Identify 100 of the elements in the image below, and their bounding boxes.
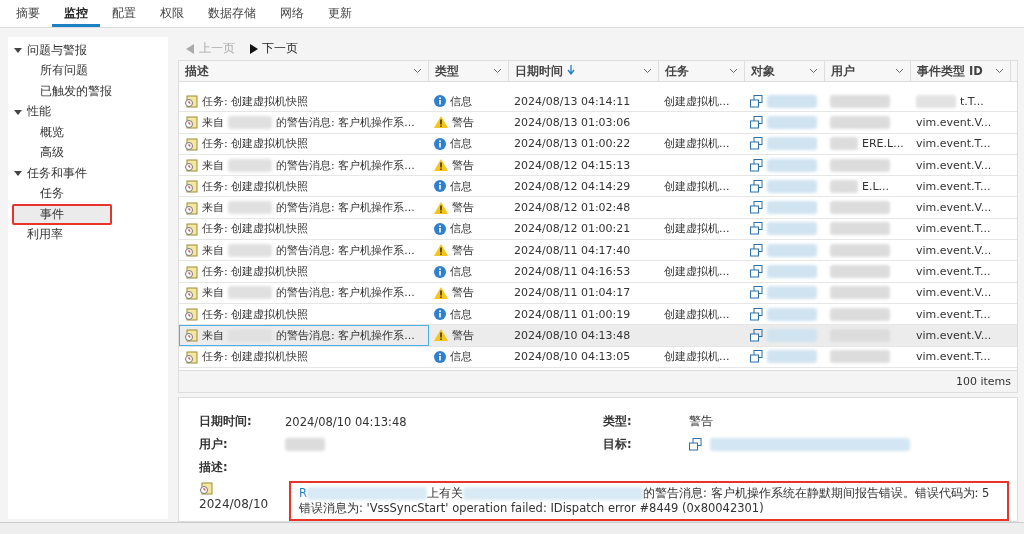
tree-item[interactable]: 已触发的警报 [8, 81, 168, 102]
blurred-area [830, 137, 858, 151]
tree-item[interactable]: 利用率 [8, 224, 168, 245]
event-message: R 上有关 的警告消息: 客户机操作系统在静默期间报告错误。错误代码为: 5 错误消息为: 'VssSyncStart' operation failed: IDispatch error #8449 (0x80042301) [289, 481, 1009, 521]
chevron-icon[interactable] [413, 68, 422, 74]
field-value: 2024/08/10 04:13:48 [285, 414, 407, 429]
column-label: 类型 [435, 63, 459, 79]
description-text: 来自 [202, 327, 224, 343]
tree-item[interactable]: 所有问题 [8, 60, 168, 81]
field-value: 警告 [689, 414, 713, 429]
blurred-area [830, 243, 890, 257]
column-header[interactable]: 事件类型 ID [911, 61, 1011, 81]
event-type-text: vim.event.T... [916, 137, 991, 151]
user-text: ERE.L... [862, 137, 904, 151]
caret-icon[interactable] [14, 107, 22, 116]
description-text: 的警告消息: 客户机操作系... [276, 285, 415, 301]
table-row[interactable]: 来自 的警告消息: 客户机操作系... 警告 2024/08/10 04:13:48 vim.event.V... [179, 325, 1017, 347]
event-type-text: vim.event.T... [916, 350, 991, 364]
blurred-area [767, 158, 817, 172]
blurred-area [830, 307, 890, 321]
description-text: 来自 [202, 242, 224, 258]
column-header[interactable]: 日期时间 [509, 61, 659, 81]
tab[interactable]: 监控 [52, 0, 100, 27]
blurred-area [767, 137, 817, 151]
datetime-text: 2024/08/11 04:17:40 [514, 243, 631, 257]
task-text: 创建虚拟机... [664, 349, 730, 365]
type-text: 信息 [450, 349, 472, 365]
datetime-text: 2024/08/13 01:03:06 [514, 115, 631, 129]
vm-icon [750, 115, 763, 129]
tree-item[interactable]: 概览 [8, 122, 168, 143]
chevron-icon[interactable] [895, 68, 904, 74]
info-icon [434, 265, 446, 278]
chevron-icon[interactable] [493, 68, 502, 74]
event-icon [184, 328, 198, 343]
description-text: 任务: 创建虚拟机快照 [202, 349, 309, 365]
vm-icon [750, 307, 763, 321]
tab[interactable]: 摘要 [4, 0, 52, 27]
tree-item[interactable]: 问题与警报 [8, 40, 168, 61]
event-type-text: vim.event.T... [916, 222, 991, 236]
item-count: 100 items [955, 375, 1011, 388]
blurred-area [228, 243, 272, 257]
vm-icon [750, 222, 763, 236]
tree-item[interactable]: 事件 [12, 204, 112, 225]
description-text: 任务: 创建虚拟机快照 [202, 306, 309, 322]
blurred-area [767, 222, 817, 236]
description-text: 的警告消息: 客户机操作系... [276, 327, 415, 343]
tree-item[interactable]: 高级 [8, 142, 168, 163]
event-icon [184, 243, 198, 258]
description-text: 的警告消息: 客户机操作系... [276, 114, 415, 130]
tab[interactable]: 网络 [268, 0, 316, 27]
chevron-icon[interactable] [643, 68, 652, 74]
vm-icon [689, 438, 702, 451]
blurred-area [830, 201, 890, 215]
vm-icon [750, 137, 763, 151]
tree-item[interactable]: 性能 [8, 101, 168, 122]
chevron-icon[interactable] [809, 68, 818, 74]
warning-icon [434, 244, 448, 257]
info-icon [434, 350, 446, 363]
task-text: 创建虚拟机... [664, 136, 730, 152]
blurred-area [767, 350, 817, 364]
event-type-text: vim.event.T... [916, 265, 991, 278]
event-type-text: vim.event.V... [916, 115, 992, 129]
datetime-text: 2024/08/11 01:00:19 [514, 307, 631, 321]
task-text: 创建虚拟机... [664, 264, 730, 279]
blurred-area [767, 286, 817, 300]
column-label: 对象 [751, 63, 775, 79]
blurred-area [228, 201, 272, 215]
blurred-area [916, 94, 956, 108]
chevron-icon[interactable] [729, 68, 738, 74]
caret-icon[interactable] [14, 46, 22, 55]
blurred-area [830, 265, 890, 278]
column-header[interactable]: 对象 [745, 61, 825, 81]
event-date: 2024/08/10 [199, 497, 270, 512]
tab[interactable]: 更新 [316, 0, 364, 27]
type-text: 信息 [450, 221, 472, 237]
vm-icon [750, 286, 763, 300]
datetime-text: 2024/08/11 04:16:53 [514, 265, 631, 278]
description-text: 任务: 创建虚拟机快照 [202, 221, 309, 237]
tree-item[interactable]: 任务 [8, 183, 168, 204]
pager-button[interactable]: 下一页 [249, 40, 298, 57]
vm-icon [750, 179, 763, 193]
caret-icon[interactable] [14, 169, 22, 178]
blurred-area [830, 222, 890, 236]
chevron-icon[interactable] [995, 68, 1004, 74]
tree-item[interactable]: 任务和事件 [8, 163, 168, 184]
blurred-area [228, 158, 272, 172]
type-text: 警告 [452, 114, 474, 130]
type-text: 信息 [450, 178, 472, 194]
event-type-text: vim.event.T... [916, 179, 991, 193]
event-icon [184, 221, 198, 236]
column-header[interactable]: 类型 [429, 61, 509, 81]
description-text: 的警告消息: 客户机操作系... [276, 157, 415, 173]
column-label: 日期时间 [515, 63, 575, 79]
column-header[interactable]: 任务 [659, 61, 745, 81]
column-header[interactable]: 描述 [179, 61, 429, 81]
tab[interactable]: 权限 [148, 0, 196, 27]
column-header[interactable]: 用户 [825, 61, 911, 81]
tab[interactable]: 数据存储 [196, 0, 268, 27]
description-text: 任务: 创建虚拟机快照 [202, 178, 309, 194]
tab[interactable]: 配置 [100, 0, 148, 27]
